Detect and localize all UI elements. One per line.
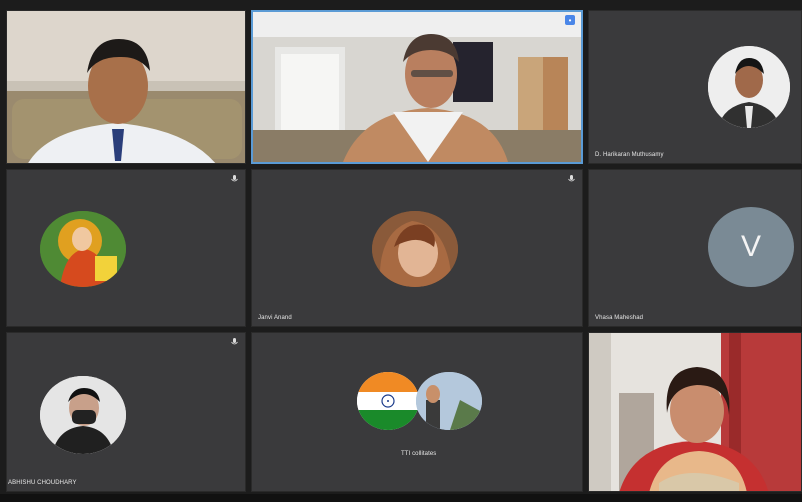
participant-avatar (40, 211, 126, 287)
participant-initial-avatar: V (708, 207, 794, 287)
video-tile-4[interactable] (6, 169, 246, 327)
avatar-photo (40, 376, 126, 454)
avatar-photo (708, 46, 790, 128)
mic-muted-icon (567, 175, 576, 184)
video-tile-6[interactable]: V Vhasa Maheshad (588, 169, 802, 327)
participant-video-2 (253, 12, 581, 162)
participant-name: Vhasa Maheshad (595, 315, 644, 321)
participant-name: D. Harikaran Muthusamy (595, 152, 664, 158)
india-flag-icon (357, 372, 419, 430)
avatar-photo (372, 211, 458, 287)
video-tile-8[interactable]: TTI collitates (251, 332, 583, 492)
video-tile-3[interactable]: D. Harikaran Muthusamy (588, 10, 802, 164)
avatar-photo (416, 372, 482, 430)
participant-avatar (372, 211, 458, 287)
participant-avatar (416, 372, 482, 430)
participant-avatar (40, 376, 126, 454)
pin-icon[interactable]: • (565, 15, 575, 25)
meeting-toolbar[interactable] (0, 494, 802, 502)
video-tile-9[interactable] (588, 332, 802, 492)
participant-video-1 (7, 11, 245, 163)
video-tile-1[interactable] (6, 10, 246, 164)
avatar-photo (40, 211, 126, 287)
india-flag-avatar (357, 372, 419, 430)
avatar-initial: V (740, 230, 761, 263)
mic-muted-icon (230, 338, 239, 347)
participant-avatar (708, 46, 790, 128)
participant-name: TTI collitates (401, 451, 437, 457)
participant-name: ABHISHU CHOUDHARY (8, 480, 77, 486)
video-tile-5[interactable]: Janvi Anand (251, 169, 583, 327)
mic-muted-icon (230, 175, 239, 184)
video-tile-2-active-speaker[interactable]: • (251, 10, 583, 164)
video-tile-7[interactable]: ABHISHU CHOUDHARY (6, 332, 246, 492)
participant-name: Janvi Anand (258, 315, 292, 321)
participant-video-9 (589, 333, 801, 491)
